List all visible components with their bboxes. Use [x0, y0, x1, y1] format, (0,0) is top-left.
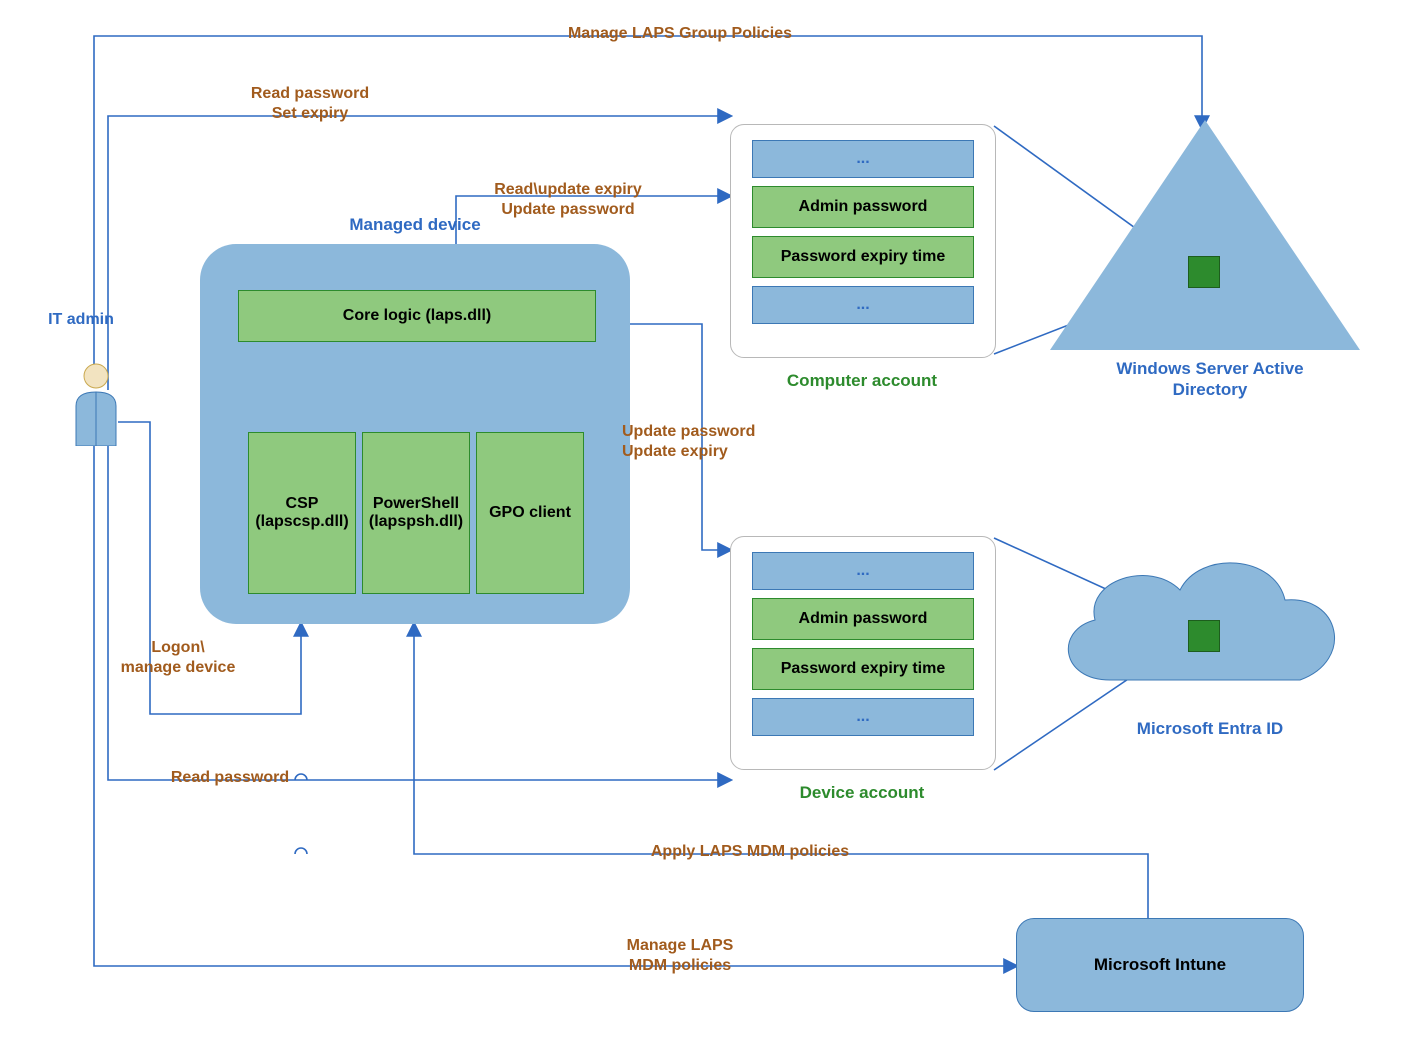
edge-manage-mdm: Manage LAPS MDM policies	[580, 936, 780, 976]
intune-box: Microsoft Intune	[1016, 918, 1304, 1012]
edge-read-set-expiry: Read password Set expiry	[220, 84, 400, 124]
computer-account-row-1: Admin password	[752, 186, 974, 228]
device-account-title: Device account	[730, 782, 994, 803]
edge-manage-group-policies: Manage LAPS Group Policies	[480, 24, 880, 44]
device-account-row-0: ...	[752, 552, 974, 590]
computer-account-row-3: ...	[752, 286, 974, 324]
csp-box: CSP (lapscsp.dll)	[248, 432, 356, 594]
ad-triangle-icon	[1050, 120, 1360, 350]
computer-account-row-2: Password expiry time	[752, 236, 974, 278]
powershell-box: PowerShell (lapspsh.dll)	[362, 432, 470, 594]
entra-square-icon	[1188, 620, 1220, 652]
gpo-client-box: GPO client	[476, 432, 584, 594]
device-account-row-3: ...	[752, 698, 974, 736]
ad-title: Windows Server Active Directory	[1070, 358, 1350, 401]
it-admin-label: IT admin	[36, 310, 126, 330]
computer-account-row-0: ...	[752, 140, 974, 178]
edge-apply-mdm: Apply LAPS MDM policies	[600, 842, 900, 862]
user-icon	[66, 362, 126, 446]
edge-logon-manage: Logon\ manage device	[108, 638, 248, 678]
entra-title: Microsoft Entra ID	[1070, 718, 1350, 739]
edge-update-password-expiryeliminar: Update password Update expiry	[622, 422, 802, 462]
ad-square-icon	[1188, 256, 1220, 288]
core-logic-box: Core logic (laps.dll)	[238, 290, 596, 342]
edge-read-password: Read password	[150, 768, 310, 788]
computer-account-title: Computer account	[730, 370, 994, 391]
diagram-root: IT admin Managed device Core logic (laps…	[0, 0, 1402, 1040]
edge-read-update-expiry: Read\update expiry Update password	[458, 180, 678, 220]
device-account-row-1: Admin password	[752, 598, 974, 640]
device-account-row-2: Password expiry time	[752, 648, 974, 690]
